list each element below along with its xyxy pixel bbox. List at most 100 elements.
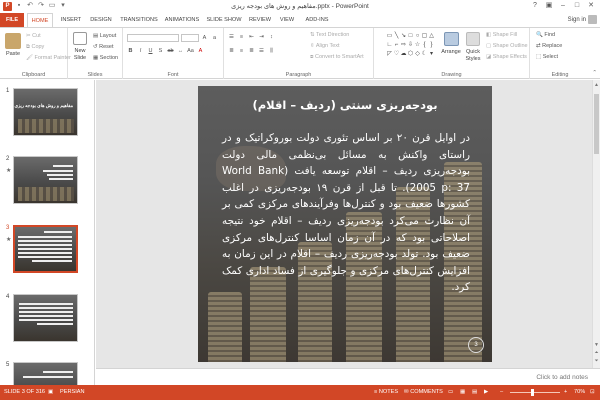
shape-callout-icon[interactable]: ◸ [386, 50, 393, 59]
select-button[interactable]: ⬚ Select [536, 54, 558, 60]
shape-triangle-icon[interactable]: △ [428, 32, 435, 41]
slide-sorter-icon[interactable]: ▦ [460, 385, 465, 400]
layout-button[interactable]: ▤ Layout [93, 33, 116, 39]
tab-review[interactable]: REVIEW [247, 13, 273, 27]
slide-thumbnail-pane[interactable]: 1 مفاهیم و روش های بودجه ریزی 2 ★ 3 ★ 4 … [0, 80, 95, 385]
format-painter-button[interactable]: 🖌 Format Painter [26, 55, 71, 61]
shape-right-arrow-icon[interactable]: ⇨ [400, 41, 407, 50]
scroll-up-icon[interactable]: ▲ [593, 82, 600, 88]
close-icon[interactable]: ✕ [584, 0, 598, 12]
thumbnail-image-selected[interactable] [13, 225, 78, 273]
shape-outline-button[interactable]: ▢ Shape Outline [486, 43, 528, 49]
help-icon[interactable]: ? [528, 0, 542, 12]
maximize-icon[interactable]: □ [570, 0, 584, 12]
avatar[interactable] [588, 15, 597, 24]
scroll-down-icon[interactable]: ▼ [593, 342, 600, 348]
tab-transitions[interactable]: TRANSITIONS [118, 13, 160, 27]
shape-rect-icon[interactable]: □ [407, 32, 414, 41]
arrange-button[interactable]: Arrange [438, 49, 464, 55]
find-button[interactable]: 🔍 Find [536, 32, 555, 38]
tab-insert[interactable]: INSERT [58, 13, 84, 27]
replace-button[interactable]: ⇄ Replace [536, 43, 562, 49]
shape-more-icon[interactable]: ▾ [428, 50, 435, 59]
increase-font-icon[interactable]: A [201, 35, 208, 41]
previous-slide-icon[interactable]: ⏶ [593, 350, 600, 356]
columns-icon[interactable]: ⫼ [268, 48, 275, 54]
convert-smartart-button[interactable]: ⧈ Convert to SmartArt [310, 54, 364, 61]
shape-brace-icon[interactable]: { [421, 41, 428, 50]
slide-count-status[interactable]: SLIDE 3 OF 316 [4, 385, 45, 400]
shape-down-arrow-icon[interactable]: ⇩ [407, 41, 414, 50]
shape-cloud-icon[interactable]: ☁ [400, 50, 407, 59]
char-spacing-icon[interactable]: ↔ [177, 48, 184, 54]
paste-icon[interactable] [5, 33, 21, 49]
align-right-icon[interactable]: ≣ [248, 48, 255, 54]
italic-icon[interactable]: I [137, 48, 144, 54]
bold-icon[interactable]: B [127, 48, 134, 54]
shape-elbow-icon[interactable]: ⌐ [393, 41, 400, 50]
slide-body-text[interactable]: در اوایل قرن ۲۰ بر اساس تئوری دولت بوروک… [222, 130, 470, 296]
minimize-icon[interactable]: – [556, 0, 570, 12]
font-color-icon[interactable]: A [197, 48, 204, 54]
vertical-scrollbar[interactable]: ▲ ▼ ⏶ ⏷ [592, 80, 600, 368]
quick-styles-button[interactable]: Quick Styles [462, 49, 484, 63]
shape-fill-button[interactable]: ◧ Shape Fill [486, 32, 517, 38]
shape-star-icon[interactable]: ☆ [414, 41, 421, 50]
shape-line2-icon[interactable]: ∟ [386, 41, 393, 50]
reading-view-icon[interactable]: ▤ [472, 385, 477, 400]
next-slide-icon[interactable]: ⏷ [593, 358, 600, 364]
shape-brace2-icon[interactable]: } [428, 41, 435, 50]
paste-button[interactable]: Paste [2, 51, 24, 57]
slideshow-view-icon[interactable]: ▶ [484, 385, 488, 400]
thumbnail-image[interactable] [13, 156, 78, 204]
shape-oval-icon[interactable]: ○ [414, 32, 421, 41]
shadow-icon[interactable]: S [157, 48, 164, 54]
shape-moon-icon[interactable]: ☾ [421, 50, 428, 59]
comments-toggle-button[interactable]: ✉ COMMENTS [404, 385, 443, 400]
thumbnail-image[interactable] [13, 294, 78, 342]
tab-file[interactable]: FILE [0, 13, 24, 27]
shape-arrow-icon[interactable]: ↘ [400, 32, 407, 41]
text-direction-button[interactable]: ⇅ Text Direction [310, 32, 349, 38]
align-left-icon[interactable]: ≣ [228, 48, 235, 54]
line-spacing-icon[interactable]: ↕ [268, 34, 275, 40]
shape-effects-button[interactable]: ◪ Shape Effects [486, 54, 527, 60]
tab-view[interactable]: VIEW [277, 13, 297, 27]
bullets-icon[interactable]: ☰ [228, 34, 235, 40]
tab-animations[interactable]: ANIMATIONS [163, 13, 201, 27]
underline-icon[interactable]: U [147, 48, 154, 54]
zoom-in-icon[interactable]: + [564, 385, 567, 400]
normal-view-icon[interactable]: ▭ [448, 385, 453, 400]
notes-toggle-button[interactable]: ≡ NOTES [374, 385, 398, 400]
shape-line-icon[interactable]: ╲ [393, 32, 400, 41]
new-slide-icon[interactable] [73, 32, 87, 45]
language-status[interactable]: PERSIAN [60, 385, 85, 400]
thumbnail-image[interactable] [13, 362, 78, 385]
zoom-slider-thumb[interactable] [531, 389, 534, 396]
align-center-icon[interactable]: ≡ [238, 48, 245, 54]
shape-heart-icon[interactable]: ♡ [393, 50, 400, 59]
reset-button[interactable]: ↺ Reset [93, 44, 114, 50]
zoom-slider[interactable] [510, 392, 560, 393]
zoom-level[interactable]: 70% [574, 385, 585, 400]
font-size-input[interactable] [181, 34, 199, 42]
slide-title[interactable]: بودجه‌ریزی سنتی (ردیف – اقلام) [198, 98, 492, 112]
notes-placeholder[interactable]: Click to add notes [536, 374, 588, 381]
shape-hex-icon[interactable]: ⬡ [407, 50, 414, 59]
tab-design[interactable]: DESIGN [88, 13, 114, 27]
section-button[interactable]: ▦ Section [93, 55, 118, 61]
tab-home[interactable]: HOME [27, 13, 53, 28]
shape-diamond-icon[interactable]: ◇ [414, 50, 421, 59]
scrollbar-thumb[interactable] [594, 94, 599, 154]
new-slide-button[interactable]: New Slide [70, 48, 90, 62]
ribbon-display-icon[interactable]: ▣ [542, 0, 556, 12]
tab-slide-show[interactable]: SLIDE SHOW [206, 13, 242, 27]
shapes-gallery[interactable]: ▭ ╲ ↘ □ ○ ▢ △ ∟ ⌐ ⇨ ⇩ ☆{} ◸ ♡ ☁ ⬡ ◇ ☾ ▾ [386, 32, 438, 62]
increase-indent-icon[interactable]: ⇥ [258, 34, 265, 40]
arrange-icon[interactable] [444, 32, 459, 46]
thumbnail-image[interactable]: مفاهیم و روش های بودجه ریزی [13, 88, 78, 136]
slide-editing-canvas[interactable]: بودجه‌ریزی سنتی (ردیف – اقلام) در اوایل … [96, 80, 600, 368]
tab-add-ins[interactable]: ADD-INS [302, 13, 332, 27]
decrease-font-icon[interactable]: a [211, 35, 218, 41]
notes-pane[interactable]: Click to add notes [96, 368, 600, 385]
